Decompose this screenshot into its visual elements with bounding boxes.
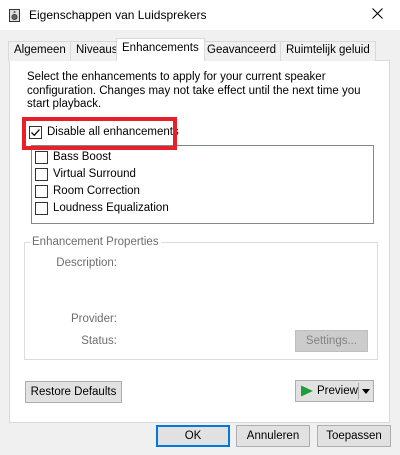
list-item-bass-boost[interactable]: Bass Boost xyxy=(35,149,111,165)
tab-algemeen[interactable]: Algemeen xyxy=(8,41,72,61)
speaker-icon xyxy=(9,9,20,22)
preview-main[interactable]: Preview xyxy=(296,381,358,401)
chevron-down-icon xyxy=(362,388,370,394)
list-item-label: Virtual Surround xyxy=(53,168,136,180)
cancel-button[interactable]: Annuleren xyxy=(236,425,310,447)
list-item-label: Room Correction xyxy=(53,185,140,197)
list-item-label: Bass Boost xyxy=(53,151,112,163)
provider-label: Provider: xyxy=(70,313,117,325)
restore-defaults-button[interactable]: Restore Defaults xyxy=(25,381,122,403)
apply-button[interactable]: Toepassen xyxy=(317,425,391,447)
checkbox[interactable] xyxy=(35,184,48,198)
close-button[interactable] xyxy=(354,0,400,30)
checkbox[interactable] xyxy=(35,167,48,181)
preview-button[interactable]: Preview xyxy=(295,380,374,402)
window-title: Eigenschappen van Luidsprekers xyxy=(29,8,207,22)
settings-button[interactable]: Settings... xyxy=(295,330,368,352)
group-label: Enhancement Properties xyxy=(30,236,161,248)
enhancements-description: Select the enhancements to apply for you… xyxy=(27,71,361,110)
status-label: Status: xyxy=(81,335,117,347)
list-item-virtual-surround[interactable]: Virtual Surround xyxy=(35,166,136,182)
preview-dropdown[interactable] xyxy=(359,381,373,401)
tab-ruimtelijk-geluid[interactable]: Ruimtelijk geluid xyxy=(280,41,376,61)
title-bar: Eigenschappen van Luidsprekers xyxy=(0,0,400,30)
play-icon xyxy=(301,385,313,397)
list-item-loudness-equalization[interactable]: Loudness Equalization xyxy=(35,200,169,216)
ok-button[interactable]: OK xyxy=(156,425,230,447)
tab-geavanceerd[interactable]: Geavanceerd xyxy=(201,41,283,61)
highlight-box xyxy=(22,117,177,150)
description-label: Description: xyxy=(56,257,117,269)
list-item-label: Loudness Equalization xyxy=(53,202,169,214)
preview-label: Preview xyxy=(317,385,358,397)
tab-enhancements[interactable]: Enhancements xyxy=(116,38,205,61)
checkbox[interactable] xyxy=(35,150,48,164)
checkbox[interactable] xyxy=(35,201,48,215)
close-icon xyxy=(371,8,383,22)
list-item-room-correction[interactable]: Room Correction xyxy=(35,183,140,199)
